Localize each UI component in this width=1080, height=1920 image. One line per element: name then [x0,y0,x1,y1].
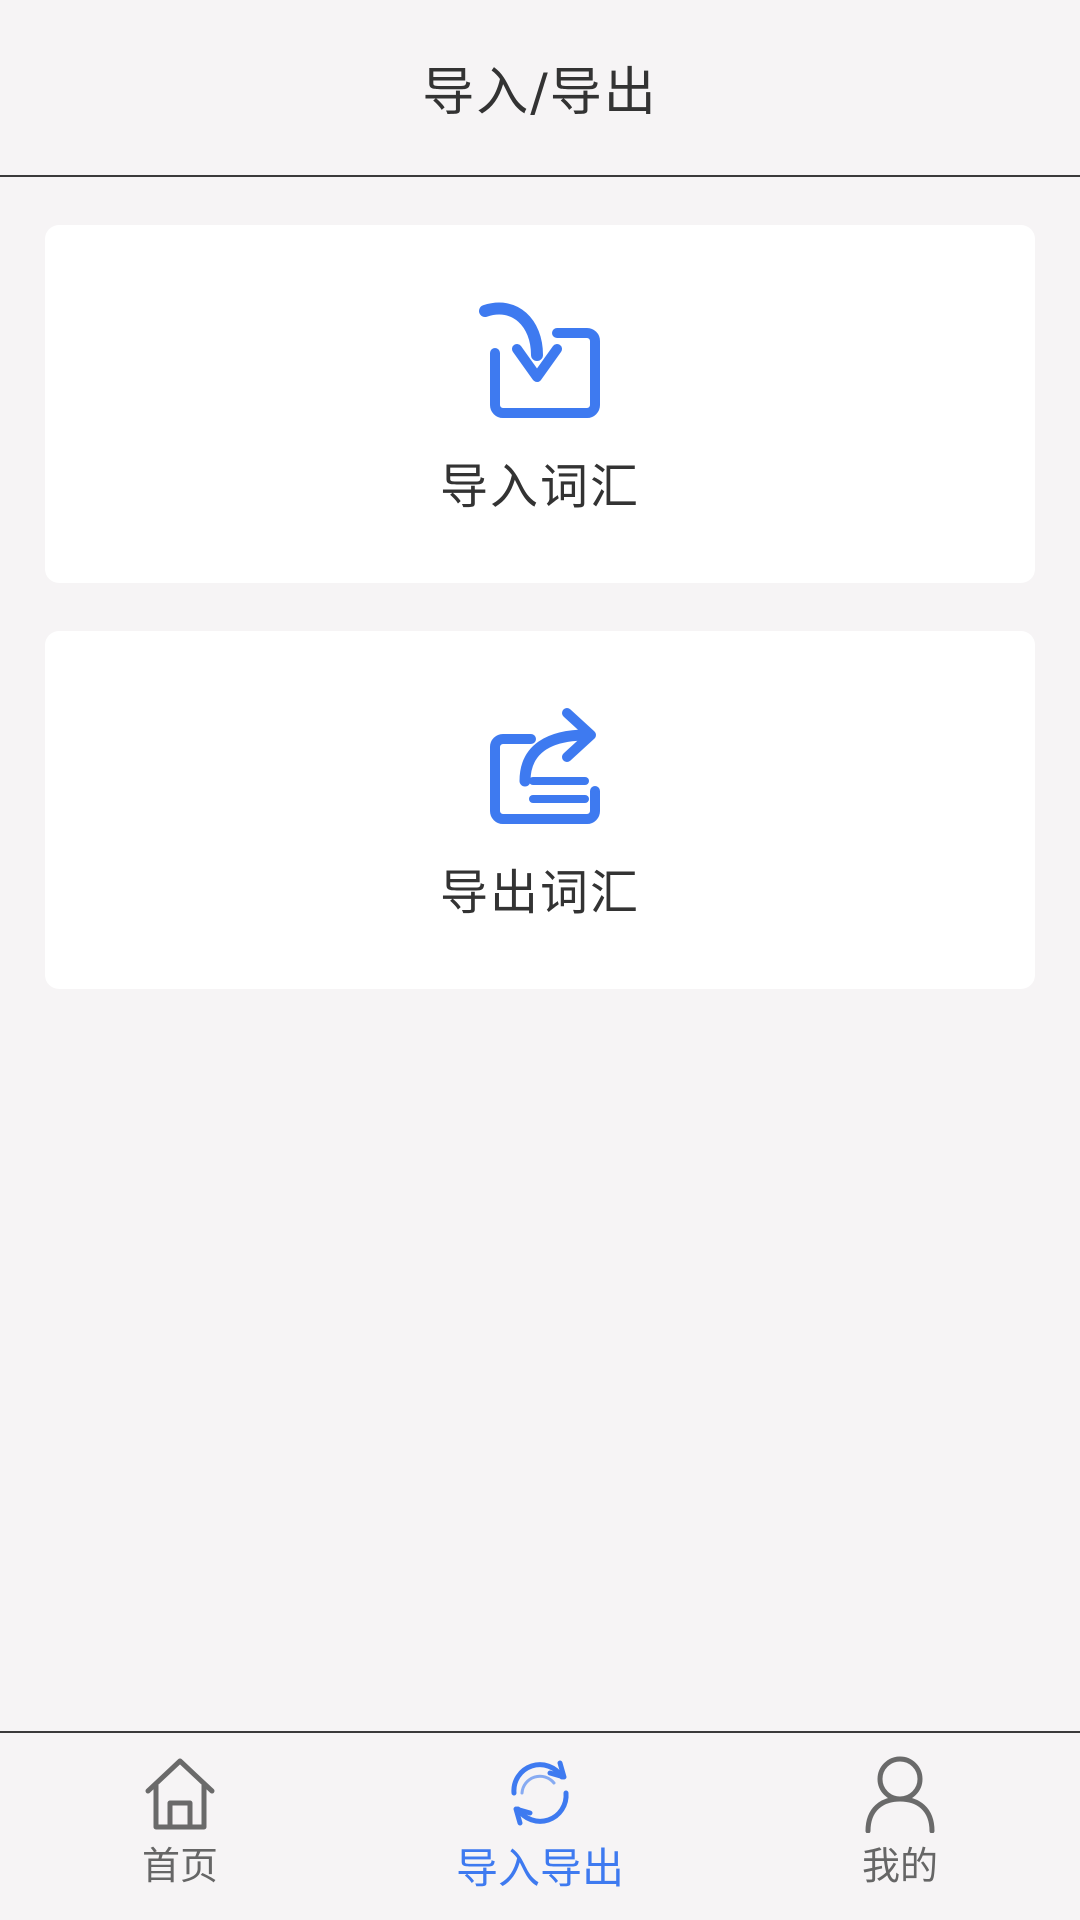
tab-me[interactable]: 我的 [720,1733,1080,1920]
export-vocabulary-button[interactable]: 导出词汇 [45,631,1035,989]
tab-import-export[interactable]: 导入导出 [360,1733,720,1920]
export-icon [475,699,605,829]
user-icon [860,1753,940,1833]
tab-import-export-label: 导入导出 [455,1844,624,1893]
page-title: 导入/导出 [422,63,658,123]
export-vocabulary-label: 导出词汇 [439,865,640,921]
bottom-tab-bar: 首页 导入导出 我的 [0,1731,1080,1920]
header: 导入/导出 [0,0,1080,177]
tab-home[interactable]: 首页 [0,1733,360,1920]
import-vocabulary-button[interactable]: 导入词汇 [45,225,1035,583]
tab-home-label: 首页 [141,1844,218,1888]
import-vocabulary-label: 导入词汇 [439,459,640,515]
import-icon [475,293,605,423]
home-icon [140,1753,220,1833]
sync-icon [500,1753,580,1833]
tab-me-label: 我的 [861,1844,938,1888]
